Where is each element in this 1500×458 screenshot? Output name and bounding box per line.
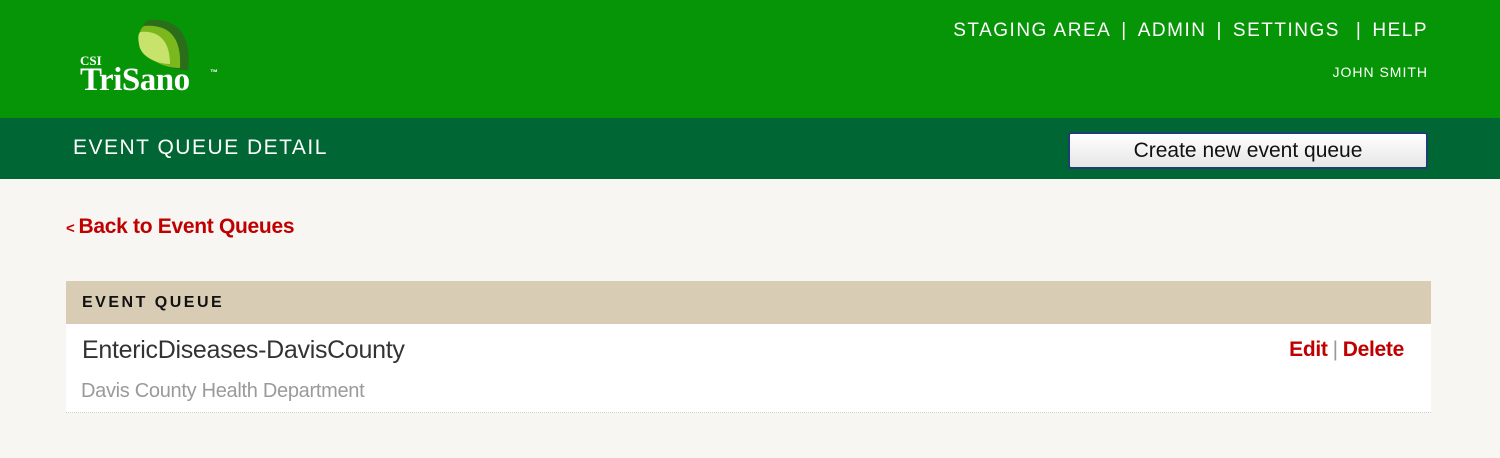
edit-link[interactable]: Edit (1289, 338, 1328, 361)
queue-jurisdiction: Davis County Health Department (81, 380, 365, 402)
queue-name: EntericDiseases-DavisCounty (82, 336, 405, 364)
delete-link[interactable]: Delete (1343, 338, 1405, 361)
trisano-logo[interactable]: CSI TriSano ™ (78, 18, 228, 100)
top-nav: STAGING AREA | ADMIN | SETTINGS | HELP (953, 20, 1428, 42)
page-title: EVENT QUEUE DETAIL (73, 136, 328, 159)
action-separator: | (1332, 338, 1338, 361)
nav-separator: | (1216, 20, 1223, 41)
queue-actions: Edit | Delete (1289, 338, 1404, 362)
back-arrow-icon: < (66, 220, 75, 237)
back-link-label: Back to Event Queues (78, 215, 295, 238)
panel-header: EVENT QUEUE (66, 281, 1431, 324)
current-user: JOHN SMITH (1332, 64, 1428, 80)
page-header-bar: EVENT QUEUE DETAIL Create new event queu… (0, 118, 1500, 179)
event-queue-panel: EVENT QUEUE EntericDiseases-DavisCounty … (66, 281, 1431, 413)
back-to-event-queues-link[interactable]: < Back to Event Queues (66, 215, 295, 239)
nav-separator: | (1121, 20, 1128, 41)
nav-staging-area[interactable]: STAGING AREA (953, 20, 1111, 42)
list-item: EntericDiseases-DavisCounty Davis County… (66, 324, 1431, 413)
logo-trademark: ™ (210, 68, 218, 77)
nav-help[interactable]: HELP (1372, 20, 1428, 42)
nav-admin[interactable]: ADMIN (1138, 20, 1207, 42)
create-event-queue-button[interactable]: Create new event queue (1068, 132, 1428, 169)
top-header: CSI TriSano ™ STAGING AREA | ADMIN | SET… (0, 0, 1500, 118)
logo-text: TriSano (80, 62, 190, 98)
nav-settings[interactable]: SETTINGS (1233, 20, 1340, 42)
nav-separator: | (1355, 20, 1363, 41)
